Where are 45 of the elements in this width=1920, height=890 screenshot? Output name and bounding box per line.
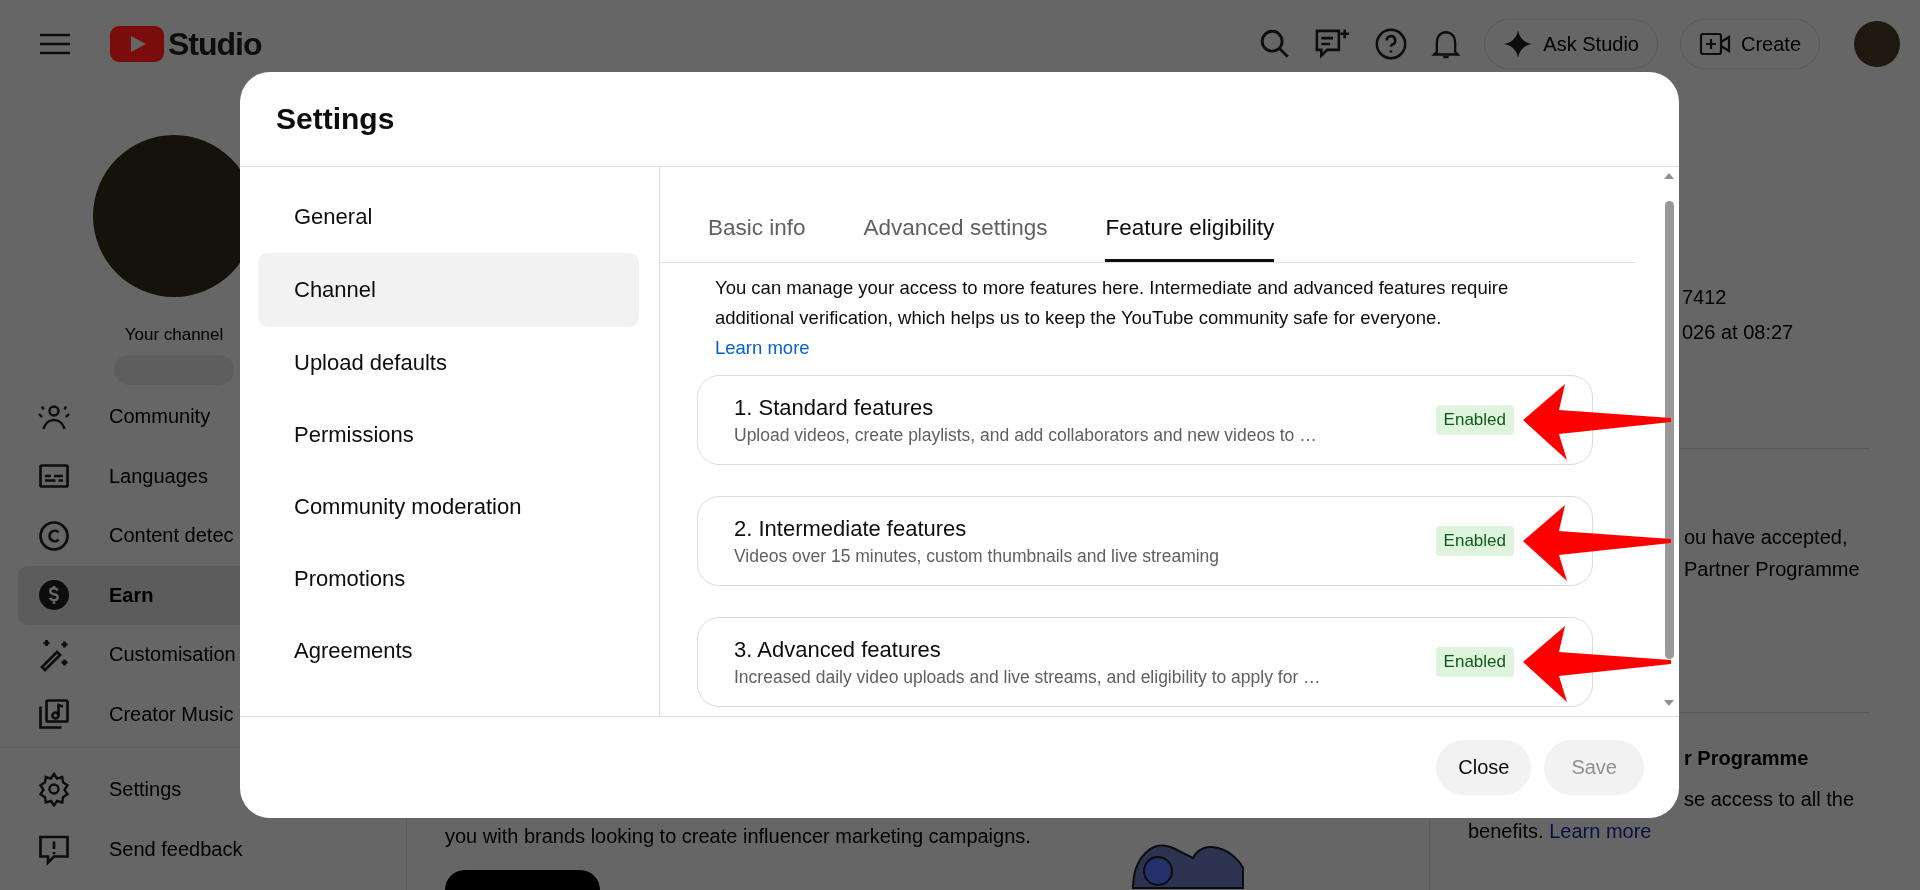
status-badge: Enabled xyxy=(1435,526,1514,556)
scroll-down-icon[interactable] xyxy=(1664,700,1674,706)
status-badge: Enabled xyxy=(1435,405,1514,435)
scroll-up-icon[interactable] xyxy=(1664,173,1674,179)
body-text: 7412 xyxy=(1682,285,1728,310)
body-text: se access to all the xyxy=(1684,787,1856,812)
menu-icon[interactable] xyxy=(40,33,70,55)
feature-description: Upload videos, create playlists, and add collaborators and new videos to … xyxy=(734,424,1318,446)
settings-nav-item[interactable]: Permissions xyxy=(258,399,639,471)
feature-title: 1. Standard features xyxy=(734,394,935,421)
feature-title: 2. Intermediate features xyxy=(734,515,968,542)
section-title: r Programme xyxy=(1684,746,1810,771)
help-icon[interactable] xyxy=(1374,27,1409,61)
feature-description: Videos over 15 minutes, custom thumbnails and live streaming xyxy=(734,545,1221,567)
learn-more-link[interactable]: Learn more xyxy=(715,337,810,358)
partial-button[interactable] xyxy=(445,870,600,890)
avatar[interactable] xyxy=(1854,21,1900,67)
sidebar-item[interactable]: Settings xyxy=(18,759,406,819)
settings-nav-item[interactable]: Community moderation xyxy=(258,471,639,543)
body-text: Partner Programme xyxy=(1684,557,1861,582)
settings-nav-item[interactable]: General xyxy=(258,181,639,253)
tab[interactable]: Feature eligibility xyxy=(1105,167,1275,262)
intro-text: You can manage your access to more features here. Intermediate and advanced features require additional verification, which helps us to keep the YouTube community safe for everyone. Learn more xyxy=(715,276,1510,360)
logo-text: Studio xyxy=(168,25,262,63)
settings-icon xyxy=(36,771,72,807)
body-text: 026 at 08:27 xyxy=(1682,320,1795,345)
channel-label: Your channel xyxy=(124,325,224,345)
settings-nav-item[interactable]: Channel xyxy=(258,253,639,327)
sidebar-item[interactable]: Creator Music xyxy=(18,684,406,744)
tab[interactable]: Advanced settings xyxy=(863,167,1048,262)
video-plus-icon xyxy=(1698,31,1731,57)
tab[interactable]: Basic info xyxy=(708,167,806,262)
create-button[interactable]: Create xyxy=(1679,19,1820,69)
settings-nav-item[interactable]: Upload defaults xyxy=(258,327,639,399)
body-text: you with brands looking to create influencer marketing campaigns. xyxy=(445,825,1031,848)
ask-studio-button[interactable]: Ask Studio xyxy=(1484,19,1658,69)
status-badge: Enabled xyxy=(1435,647,1514,677)
body-text: ou have accepted, xyxy=(1684,525,1849,550)
dialog-title: Settings xyxy=(276,102,395,136)
body-text: benefits. Learn more xyxy=(1468,819,1653,844)
close-button[interactable]: Close xyxy=(1436,740,1532,795)
sidebar-item[interactable]: Send feedback xyxy=(18,819,406,879)
play-logo-icon xyxy=(110,26,164,62)
feature-title: 3. Advanced features xyxy=(734,636,942,663)
feature-description: Increased daily video uploads and live streams, and eligibility to apply for … xyxy=(734,666,1322,688)
